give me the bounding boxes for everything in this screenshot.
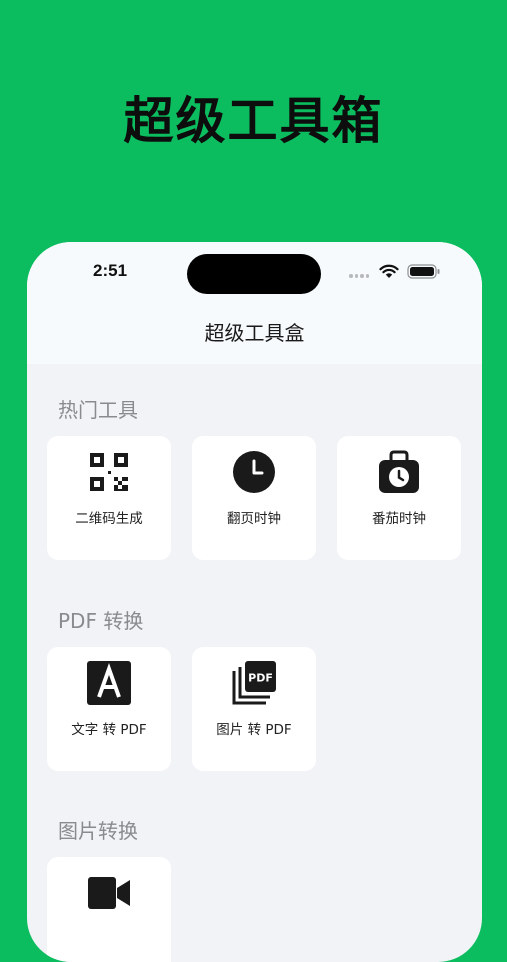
wifi-icon bbox=[379, 264, 399, 278]
section-title-image-convert: 图片转换 bbox=[58, 819, 138, 843]
section-title-pdf-convert: PDF 转换 bbox=[58, 609, 144, 633]
phone-screen: 2:51 超级工具盒 热门工具 二维码生成 翻页时钟 番茄时钟 PDF 转换 文… bbox=[27, 242, 482, 962]
letter-a-icon bbox=[87, 661, 131, 705]
dynamic-island bbox=[187, 254, 321, 294]
tool-label: 图片 转 PDF bbox=[216, 722, 292, 738]
tool-label: 文字 转 PDF bbox=[71, 722, 147, 738]
tool-card-text-to-pdf[interactable]: 文字 转 PDF bbox=[47, 647, 171, 771]
top-bar: 2:51 超级工具盒 bbox=[27, 242, 482, 364]
qr-code-icon bbox=[90, 453, 128, 491]
tool-label: 二维码生成 bbox=[75, 511, 143, 527]
timer-bag-icon bbox=[379, 450, 419, 493]
section-title-hot-tools: 热门工具 bbox=[58, 398, 138, 422]
video-camera-icon bbox=[88, 877, 130, 909]
promo-headline: 超级工具箱 bbox=[123, 92, 384, 150]
tool-label: 番茄时钟 bbox=[372, 511, 426, 527]
tool-card-pomodoro[interactable]: 番茄时钟 bbox=[337, 436, 461, 560]
battery-icon bbox=[407, 264, 440, 279]
status-time: 2:51 bbox=[93, 261, 128, 280]
svg-text:PDF: PDF bbox=[248, 672, 273, 685]
tool-label: 翻页时钟 bbox=[227, 511, 281, 527]
tool-card-qr-generator[interactable]: 二维码生成 bbox=[47, 436, 171, 560]
tool-card-video[interactable] bbox=[47, 857, 171, 962]
clock-icon bbox=[233, 451, 275, 493]
nav-title: 超级工具盒 bbox=[204, 321, 305, 345]
pdf-stack-icon: PDF bbox=[232, 661, 276, 705]
tool-card-image-to-pdf[interactable]: PDF 图片 转 PDF bbox=[192, 647, 316, 771]
tool-card-flip-clock[interactable]: 翻页时钟 bbox=[192, 436, 316, 560]
cellular-dots-icon bbox=[349, 274, 369, 278]
